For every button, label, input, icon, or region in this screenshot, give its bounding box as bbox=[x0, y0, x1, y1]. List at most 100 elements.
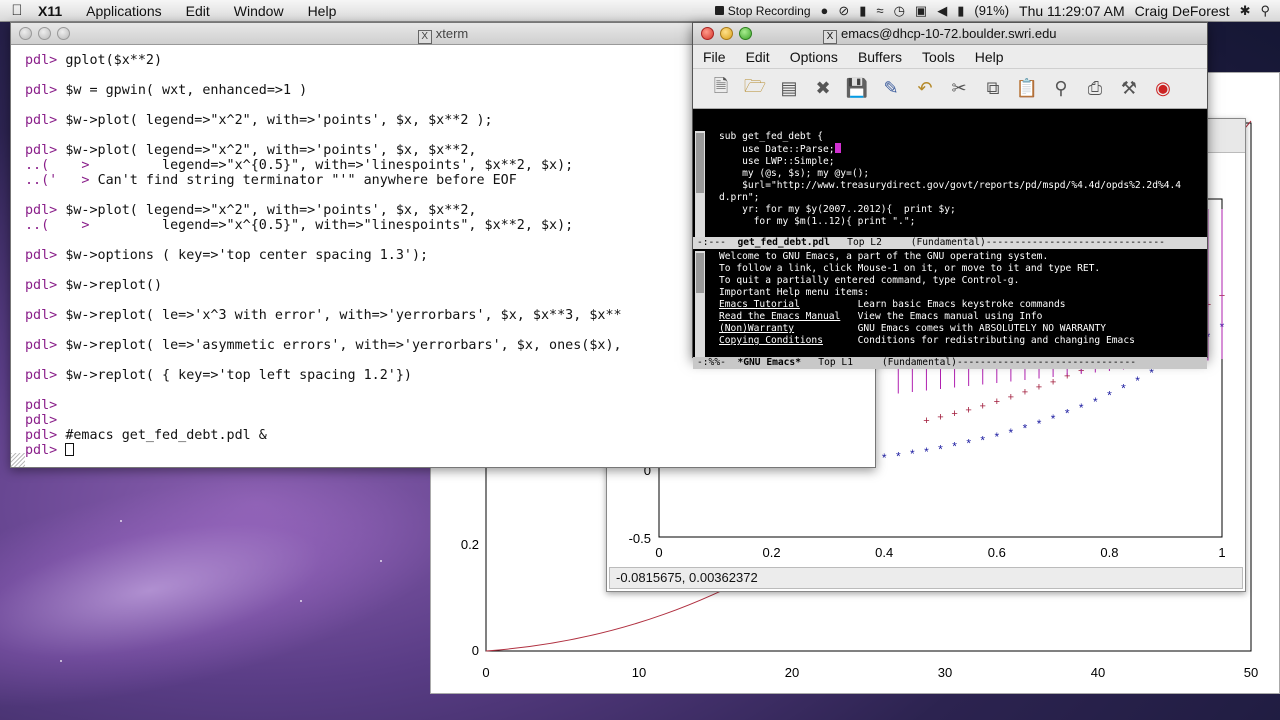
terminal-text: gplot($x**2) bbox=[65, 53, 163, 68]
blue-point: * bbox=[1023, 422, 1028, 436]
user-name[interactable]: Craig DeForest bbox=[1135, 3, 1230, 19]
emacs-close-button[interactable] bbox=[701, 27, 714, 40]
help-lifebuoy-icon[interactable]: ◉ bbox=[1149, 75, 1177, 103]
help-buffer-name: *GNU Emacs* bbox=[737, 357, 801, 368]
search-icon[interactable]: ⚲ bbox=[1047, 75, 1075, 103]
volume-icon[interactable]: ◀ bbox=[937, 3, 947, 19]
save-icon[interactable]: 💾 bbox=[843, 75, 871, 103]
spotlight-icon[interactable]: ⚲ bbox=[1260, 3, 1270, 19]
stop-recording-button[interactable]: Stop Recording bbox=[714, 4, 811, 18]
display-icon[interactable]: ▣ bbox=[915, 3, 927, 19]
app-name[interactable]: X11 bbox=[34, 3, 74, 19]
open-folder-icon[interactable]: 🗁 bbox=[741, 75, 769, 103]
terminal-prompt: pdl> bbox=[25, 308, 66, 323]
emacs-menubar: File Edit Options Buffers Tools Help bbox=[693, 45, 1207, 69]
terminal-cursor bbox=[65, 443, 75, 456]
x-tick-label: 0.6 bbox=[988, 545, 1006, 560]
help-link[interactable]: Emacs Tutorial bbox=[719, 299, 800, 310]
blue-point: * bbox=[938, 443, 943, 457]
terminal-text: $w->replot( le=>'x^3 with error', with=>… bbox=[65, 308, 622, 323]
blue-point: * bbox=[952, 440, 957, 454]
terminal-prompt: pdl> bbox=[25, 368, 66, 383]
emacs-title: Xemacs@dhcp-10-72.boulder.swri.edu bbox=[823, 26, 1057, 44]
time-machine-icon[interactable]: ◷ bbox=[894, 3, 905, 19]
menu-help[interactable]: Help bbox=[296, 3, 349, 19]
globe-icon[interactable]: ● bbox=[821, 3, 829, 18]
copy-icon[interactable]: ⧉ bbox=[979, 75, 1007, 103]
red-point: + bbox=[1036, 382, 1042, 394]
wifi-icon[interactable]: ≈ bbox=[876, 3, 883, 18]
emacs-menu-options[interactable]: Options bbox=[780, 49, 848, 65]
help-line: To follow a link, click Mouse-1 on it, o… bbox=[719, 263, 1101, 274]
code-buffer[interactable]: sub get_fed_debt { use Date::Parse; use … bbox=[707, 131, 1199, 237]
help-scrollbar[interactable] bbox=[695, 251, 705, 357]
terminal-prompt: pdl> bbox=[25, 338, 66, 353]
emacs-menu-tools[interactable]: Tools bbox=[912, 49, 965, 65]
terminal-prompt: pdl> bbox=[25, 203, 66, 218]
emacs-menu-file[interactable]: File bbox=[693, 49, 736, 65]
modeline-code[interactable]: -:--- get_fed_debt.pdl Top L2 (Fundament… bbox=[693, 237, 1207, 249]
emacs-window[interactable]: Xemacs@dhcp-10-72.boulder.swri.edu File … bbox=[692, 22, 1208, 369]
terminal-text: legend=>"x^{0.5}", with=>"linespoints", … bbox=[97, 218, 574, 233]
sync-icon[interactable]: ⊘ bbox=[838, 3, 849, 19]
red-point: + bbox=[937, 412, 943, 424]
terminal-line: pdl> bbox=[25, 443, 875, 458]
plot-back-y-ticks: 00.2 bbox=[461, 537, 479, 658]
help-link[interactable]: Copying Conditions bbox=[719, 335, 823, 346]
menu-applications[interactable]: Applications bbox=[74, 3, 174, 19]
modeline-help[interactable]: -:%%- *GNU Emacs* Top L1 (Fundamental)--… bbox=[693, 357, 1207, 369]
preferences-icon[interactable]: ⚒ bbox=[1115, 75, 1143, 103]
red-point: + bbox=[980, 400, 986, 412]
battery-icon[interactable]: ▮ bbox=[957, 3, 964, 19]
menu-window[interactable]: Window bbox=[222, 3, 296, 19]
print-icon[interactable]: ⎙ bbox=[1081, 75, 1109, 103]
code-line: use Date::Parse; bbox=[719, 143, 1199, 156]
help-buffer[interactable]: Welcome to GNU Emacs, a part of the GNU … bbox=[707, 251, 1199, 357]
code-line: d.prn"; bbox=[719, 192, 760, 203]
terminal-line: pdl> $w->replot( { key=>'top left spacin… bbox=[25, 368, 875, 383]
terminal-prompt: pdl> bbox=[25, 53, 66, 68]
code-scrollbar[interactable] bbox=[695, 131, 705, 237]
close-buffer-icon[interactable]: ✖ bbox=[809, 75, 837, 103]
emacs-cursor bbox=[834, 143, 841, 153]
bluetooth-icon[interactable]: ✱ bbox=[1240, 3, 1251, 19]
terminal-text: $w->plot( legend=>"x^2", with=>'points',… bbox=[65, 203, 477, 218]
blue-point: * bbox=[980, 433, 985, 447]
red-point: + bbox=[1022, 387, 1028, 399]
help-link-description: GNU Emacs comes with ABSOLUTELY NO WARRA… bbox=[794, 323, 1106, 334]
script-icon[interactable]: ▮ bbox=[859, 3, 866, 19]
plot-back-x-ticks: 0 10 20 30 40 50 bbox=[482, 665, 1258, 680]
inner-x-ticks: 0 0.2 0.4 0.6 0.8 1 bbox=[655, 545, 1225, 560]
buffer-name: get_fed_debt.pdl bbox=[737, 237, 830, 248]
cut-icon[interactable]: ✂ bbox=[945, 75, 973, 103]
menu-edit[interactable]: Edit bbox=[174, 3, 222, 19]
resize-grip-icon[interactable] bbox=[11, 453, 25, 467]
terminal-prompt: pdl> bbox=[25, 248, 66, 263]
x-tick-label: 0 bbox=[482, 665, 489, 680]
emacs-toolbar: 🗎 🗁 ▤ ✖ 💾 ✎ ↶ ✂ ⧉ 📋 ⚲ ⎙ ⚒ ◉ bbox=[693, 69, 1207, 109]
red-point: + bbox=[923, 415, 929, 427]
code-line: use LWP::Simple; bbox=[719, 156, 835, 167]
clock[interactable]: Thu 11:29:07 AM bbox=[1019, 3, 1125, 19]
blue-point: * bbox=[1037, 417, 1042, 431]
apple-icon[interactable]:  bbox=[0, 2, 34, 19]
emacs-menu-help[interactable]: Help bbox=[965, 49, 1014, 65]
emacs-menu-buffers[interactable]: Buffers bbox=[848, 49, 912, 65]
emacs-minimize-button[interactable] bbox=[720, 27, 733, 40]
terminal-text: $w = gpwin( wxt, enhanced=>1 ) bbox=[65, 83, 308, 98]
code-line: for my $m(1..12){ print "."; bbox=[719, 216, 916, 227]
paste-icon[interactable]: 📋 bbox=[1013, 75, 1041, 103]
save-as-icon[interactable]: ✎ bbox=[877, 75, 905, 103]
help-line: Welcome to GNU Emacs, a part of the GNU … bbox=[719, 251, 1049, 262]
emacs-menu-edit[interactable]: Edit bbox=[736, 49, 780, 65]
emacs-zoom-button[interactable] bbox=[739, 27, 752, 40]
help-link[interactable]: (Non)Warranty bbox=[719, 323, 794, 334]
x11-icon: X bbox=[417, 30, 432, 44]
new-file-icon[interactable]: 🗎 bbox=[707, 75, 735, 103]
undo-icon[interactable]: ↶ bbox=[911, 75, 939, 103]
help-link[interactable]: Read the Emacs Manual bbox=[719, 311, 840, 322]
emacs-titlebar[interactable]: Xemacs@dhcp-10-72.boulder.swri.edu bbox=[693, 23, 1207, 45]
battery-percent[interactable]: (91%) bbox=[974, 3, 1009, 18]
dired-icon[interactable]: ▤ bbox=[775, 75, 803, 103]
